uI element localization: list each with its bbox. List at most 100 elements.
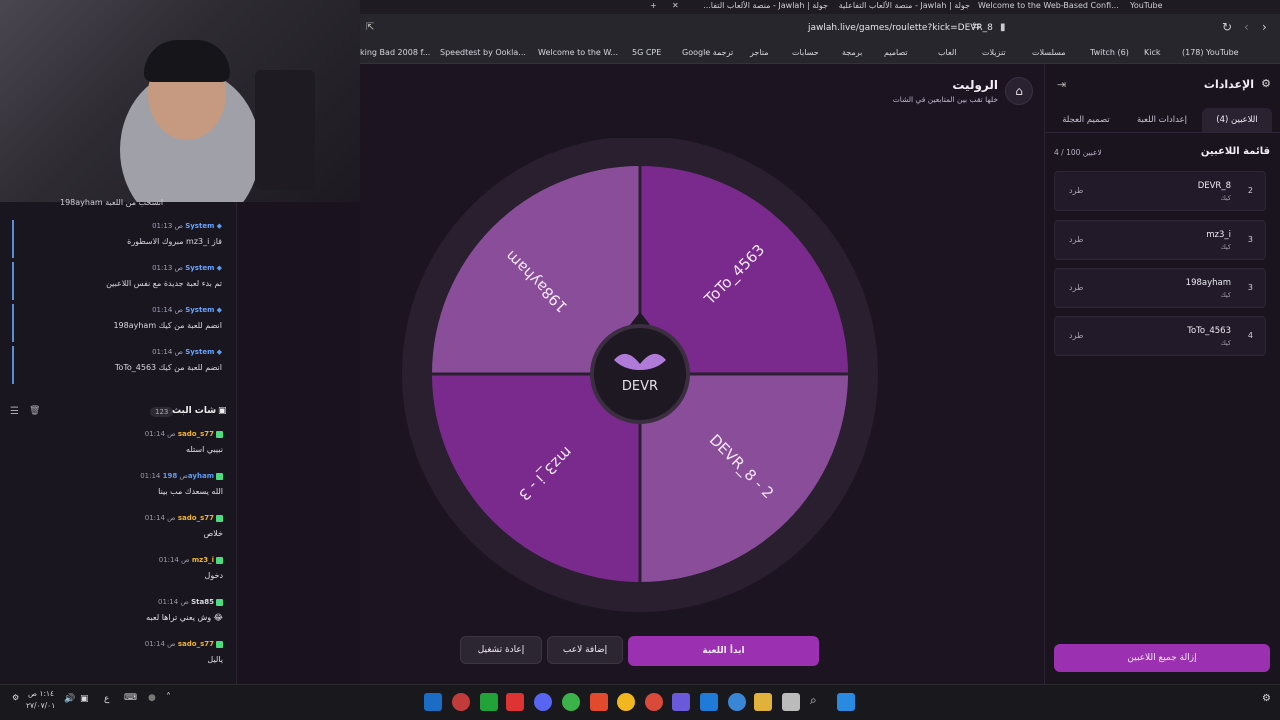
kick-badge-icon — [216, 556, 223, 564]
kick-player-button[interactable]: طرد — [1069, 331, 1083, 340]
kick-player-button[interactable]: طرد — [1069, 283, 1083, 292]
player-card: mz3_i كيك 3 طرد — [1054, 220, 1266, 260]
bookmark-item[interactable]: Google ترجمة — [682, 48, 733, 57]
bookmark-item[interactable]: برمجة — [842, 48, 862, 57]
home-icon[interactable]: ⌂ — [1005, 77, 1033, 105]
clock-date[interactable]: ٢٧/٠٧/٠١ — [26, 701, 55, 710]
tab-wheel-design[interactable]: تصميم العجلة — [1049, 108, 1123, 132]
remove-all-players-button[interactable]: إزالة جميع اللاعبين — [1054, 644, 1270, 672]
wheel-hub — [590, 324, 690, 424]
add-tab-icon[interactable]: + — [650, 1, 657, 10]
kick-player-button[interactable]: طرد — [1069, 186, 1083, 195]
kick-badge-icon — [216, 514, 223, 522]
chair — [255, 70, 315, 190]
app-icon[interactable] — [506, 693, 524, 711]
share-icon[interactable]: ⇱ — [366, 22, 374, 33]
settings-panel: ⇥ الإعدادات ⚙ اللاعبين (4) إعدادات اللعب… — [1044, 64, 1280, 684]
tab-youtube[interactable]: YouTube — [1130, 1, 1190, 10]
bookmark-item[interactable]: Twitch (6) — [1090, 48, 1129, 57]
discord-icon[interactable] — [534, 693, 552, 711]
chat-header: ☰ 🗑 123 شات البث ▣ — [0, 402, 237, 424]
bookmark-item[interactable]: تنزيلات — [982, 48, 1006, 57]
settings-tray-icon[interactable]: ⚙ — [12, 693, 19, 702]
file-explorer-icon[interactable] — [754, 693, 772, 711]
chrome-icon[interactable] — [617, 693, 635, 711]
bookmark-item[interactable]: متاجر — [750, 48, 769, 57]
url-input[interactable]: jawlah.live/games/roulette?kick=DEVR_8 — [808, 23, 993, 33]
person-hat — [144, 40, 230, 82]
bookmark-item[interactable]: العاب — [938, 48, 957, 57]
search-icon[interactable]: ⌕ — [810, 693, 828, 711]
roulette-game-area: ⌂ الروليت خلها تقب بين المتابعين في الشا… — [360, 64, 1044, 684]
bookmark-item[interactable]: king Bad 2008 f... — [360, 48, 430, 57]
bookmark-item[interactable]: Welcome to the W... — [538, 48, 618, 57]
close-tab-icon[interactable]: ✕ — [672, 1, 679, 10]
chat-app-icon[interactable] — [562, 693, 580, 711]
trash-icon[interactable]: 🗑 — [29, 406, 40, 416]
collapse-panel-icon[interactable]: ⇥ — [1057, 78, 1066, 91]
player-card: DEVR_8 كيك 2 طرد — [1054, 171, 1266, 211]
mic-icon[interactable]: ● — [148, 693, 156, 703]
tab-jawlah-active[interactable]: جولة | Jawlah - منصة الألعاب التفا... — [688, 1, 828, 10]
volume-icon[interactable]: 🔊 — [64, 694, 75, 704]
bookmark-item[interactable]: مسلسلات — [1032, 48, 1066, 57]
settings-title: الإعدادات — [1203, 78, 1254, 91]
wheel-center-label: DEVR — [622, 379, 658, 394]
clock-time[interactable]: ١:١٤ ص — [28, 689, 54, 698]
tab-players[interactable]: اللاعبين (4) — [1202, 108, 1272, 132]
task-view-icon[interactable] — [782, 693, 800, 711]
forward-icon[interactable]: ‹ — [1244, 20, 1249, 34]
bookmark-icon[interactable]: ▮ — [1000, 22, 1006, 33]
steam-icon[interactable] — [424, 693, 442, 711]
taskbar: ⚙ ١:١٤ ص ٢٧/٠٧/٠١ 🔊 ▣ ع ⌨ ● ˄ ⌕ ⚙ — [0, 684, 1280, 720]
bookmark-item[interactable]: Speedtest by Ookla... — [440, 48, 526, 57]
app-icon[interactable] — [672, 693, 690, 711]
keyboard-icon[interactable]: ⌨ — [124, 693, 137, 703]
bookmark-item[interactable]: تصاميم — [884, 48, 908, 57]
windows-start-icon[interactable] — [837, 693, 855, 711]
player-card: ToTo_4563 كيك 4 طرد — [1054, 316, 1266, 356]
players-count: 4 / 100 لاعبين — [1054, 148, 1102, 157]
chat-message: 01:14 ص mz3_i دخول — [158, 556, 223, 580]
game-subtitle: خلها تقب بين المتابعين في الشات — [892, 95, 998, 104]
media-player-icon[interactable] — [480, 693, 498, 711]
obs-icon[interactable] — [452, 693, 470, 711]
kick-player-button[interactable]: طرد — [1069, 235, 1083, 244]
system-message: 01:13 ص System ◆ تم بدء لعبة جديدة مع نف… — [12, 262, 232, 300]
settings-gear-icon[interactable]: ⚙ — [1262, 693, 1271, 704]
chat-message: 01:14 ص 198ayham الله يسعدك مب بينا — [140, 472, 223, 496]
partial-message: 198ayham انسحب من اللعبة — [60, 198, 164, 207]
gear-icon: ⚙ — [1261, 77, 1271, 90]
address-bar-row: ⇱ ▮ ⇆ jawlah.live/games/roulette?kick=DE… — [360, 14, 1280, 42]
roulette-wheel[interactable]: 198ayham ToTo_4563 DEVR_8 - 2 mz3_i - 3 … — [400, 138, 960, 618]
chat-message: 01:14 ص sado_s77 نبيبي استله — [144, 430, 223, 454]
back-icon[interactable]: › — [1262, 20, 1267, 34]
webcam-feed — [0, 0, 360, 202]
chrome-profile-icon[interactable] — [645, 693, 663, 711]
bookmark-item[interactable]: 5G CPE — [632, 48, 661, 57]
browser-tab-bar: + ✕ جولة | Jawlah - منصة الألعاب التفا..… — [360, 0, 1280, 14]
chat-icon: ▣ — [218, 406, 227, 416]
system-message: 01:13 ص System ◆ مبروك الاسطورة mz3_i فا… — [12, 220, 232, 258]
tab-jawlah[interactable]: جولة | Jawlah - منصة الألعاب التفاعلية — [830, 1, 970, 10]
language-indicator[interactable]: ع — [104, 694, 109, 704]
network-icon[interactable]: ▣ — [80, 694, 89, 704]
bookmark-item[interactable]: حسابات — [792, 48, 819, 57]
app-icon[interactable] — [700, 693, 718, 711]
tray-expand-icon[interactable]: ˄ — [166, 692, 171, 703]
start-game-button[interactable]: ابدأ اللعبة — [628, 636, 819, 666]
menu-icon[interactable]: ☰ — [10, 406, 19, 417]
bookmarks-bar: king Bad 2008 f... Speedtest by Ookla...… — [360, 42, 1280, 64]
restart-button[interactable]: إعادة تشغيل — [460, 636, 542, 664]
bookmark-item[interactable]: Kick — [1144, 48, 1161, 57]
tab-game-settings[interactable]: إعدادات اللعبة — [1127, 108, 1197, 132]
kick-badge-icon — [216, 430, 223, 438]
bookmark-item[interactable]: (178) YouTube — [1182, 48, 1239, 57]
tab-welcome[interactable]: Welcome to the Web-Based Confi... — [978, 1, 1118, 10]
add-player-button[interactable]: إضافة لاعب — [547, 636, 623, 664]
kick-badge-icon — [216, 472, 223, 480]
reload-icon[interactable]: ↻ — [1222, 20, 1232, 34]
brave-icon[interactable] — [590, 693, 608, 711]
player-card: 198ayham كيك 3 طرد — [1054, 268, 1266, 308]
app-icon[interactable] — [728, 693, 746, 711]
